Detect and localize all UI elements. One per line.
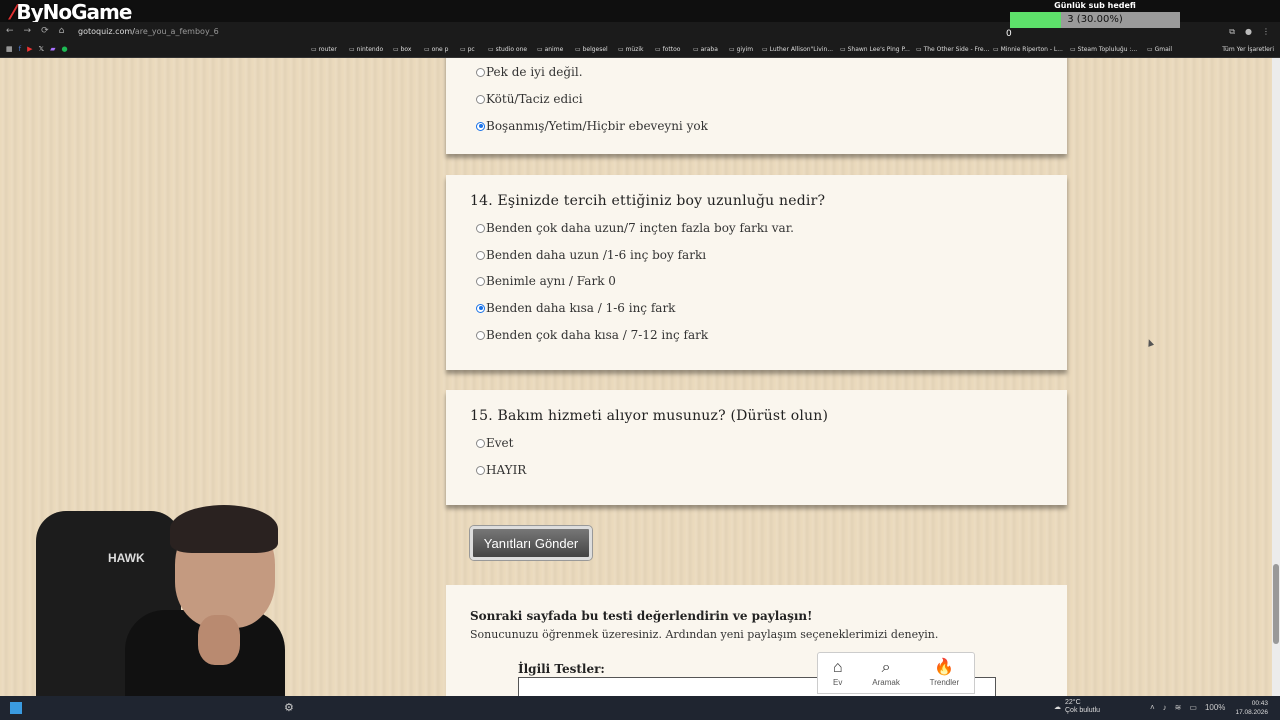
bookmark-item[interactable]: ▭ The Other Side - Fre... <box>916 46 989 53</box>
fire-icon: 🔥 <box>934 658 955 676</box>
q13-option-1[interactable]: Pek de iyi değil. <box>476 65 583 79</box>
weather-widget[interactable]: ☁ 22°C Çok bulutlu <box>1054 699 1100 715</box>
home-nav-icon[interactable]: ⌂ <box>59 26 65 36</box>
q14-option-4[interactable]: Benden daha kısa / 1-6 inç fark <box>476 301 675 315</box>
radio-button[interactable] <box>476 67 485 77</box>
radio-button[interactable] <box>476 223 485 233</box>
q13-option-2[interactable]: Kötü/Taciz edici <box>476 92 583 106</box>
taskbar-settings-icon[interactable]: ⚙ <box>284 701 294 714</box>
radio-button[interactable] <box>476 121 485 131</box>
streamer-hand <box>198 615 240 665</box>
x-icon[interactable]: 𝕏 <box>38 45 44 53</box>
twitch-icon[interactable]: ▰ <box>50 45 55 53</box>
sub-goal-text: 3 (30.00%) <box>1067 14 1123 25</box>
bookmark-item[interactable]: ▭ one p <box>424 46 448 53</box>
youtube-icon[interactable]: ▶ <box>27 45 32 53</box>
bookmark-item[interactable]: ▭ anime <box>537 46 563 53</box>
nav-home[interactable]: ⌂ Ev <box>832 658 843 687</box>
share-title: Sonraki sayfada bu testi değerlendirin v… <box>470 609 813 623</box>
q14-option-1[interactable]: Benden çok daha uzun/7 inçten fazla boy … <box>476 221 794 235</box>
windows-start-icon[interactable] <box>10 702 22 714</box>
battery-icon[interactable]: ▭ <box>1189 703 1197 712</box>
reload-icon[interactable]: ⟳ <box>41 26 49 36</box>
url-field[interactable]: gotoquiz.com/are_you_a_femboy_6 <box>78 27 219 36</box>
share-subtitle: Sonucunuzu öğrenmek üzeresiniz. Ardından… <box>470 628 939 641</box>
bookmark-item[interactable]: ▭ nintendo <box>349 46 383 53</box>
scrollbar-thumb[interactable] <box>1273 564 1279 644</box>
facebook-icon[interactable]: f <box>19 45 21 53</box>
radio-button[interactable] <box>476 94 485 104</box>
question-15-title: 15. Bakım hizmeti alıyor musunuz? (Dürüs… <box>470 408 829 424</box>
forward-icon[interactable]: → <box>24 26 32 36</box>
question-14-card: 14. Eşinizde tercih ettiğiniz boy uzunlu… <box>446 175 1067 370</box>
sub-goal-bar: 3 (30.00%) <box>1010 12 1180 28</box>
submit-answers-button[interactable]: Yanıtları Gönder <box>470 526 592 560</box>
question-15-card: 15. Bakım hizmeti alıyor musunuz? (Dürüs… <box>446 390 1067 505</box>
streamer-hair <box>170 505 278 553</box>
bookmark-item[interactable]: ▭ müzik <box>618 46 644 53</box>
bookmarks-bar: ▦ f ▶ 𝕏 ▰ ● Tüm Yer İşaretleri ▭ router ▭… <box>0 42 1280 58</box>
nav-icons: ← → ⟳ ⌂ <box>6 26 64 36</box>
q14-option-5[interactable]: Benden çok daha kısa / 7-12 inç fark <box>476 328 708 342</box>
bookmark-item[interactable]: ▭ studio one <box>488 46 527 53</box>
q15-option-2[interactable]: HAYIR <box>476 463 526 477</box>
radio-button[interactable] <box>476 250 485 260</box>
bookmark-item[interactable]: ▭ Steam Topluluğu :... <box>1070 46 1137 53</box>
bookmark-item[interactable]: ▭ pc <box>460 46 475 53</box>
q15-option-1[interactable]: Evet <box>476 436 513 450</box>
bottom-nav: ⌂ Ev ⌕ Aramak 🔥 Trendler <box>817 652 975 694</box>
home-icon: ⌂ <box>832 658 843 676</box>
sub-goal-title: Günlük sub hedefi <box>1054 1 1136 10</box>
q14-option-2[interactable]: Benden daha uzun /1-6 inç boy farkı <box>476 248 706 262</box>
page-scrollbar[interactable] <box>1272 58 1280 696</box>
sub-goal-zero: 0 <box>1006 29 1012 39</box>
question-14-title: 14. Eşinizde tercih ettiğiniz boy uzunlu… <box>470 193 826 209</box>
bookmark-item[interactable]: ▭ giyim <box>729 46 753 53</box>
back-icon[interactable]: ← <box>6 26 14 36</box>
bookmark-item[interactable]: ▭ Luther Allison"Livin... <box>762 46 833 53</box>
webcam-overlay: HAWK <box>30 505 285 720</box>
sub-goal-widget: Günlük sub hedefi 3 (30.00%) <box>1010 0 1180 40</box>
apps-icon[interactable]: ▦ <box>6 45 13 53</box>
chair-logo: HAWK <box>108 551 145 565</box>
system-tray: ˄ ♪ ≋ ▭ 100% <box>1150 703 1225 712</box>
bookmark-item[interactable]: ▭ router <box>311 46 337 53</box>
menu-icon[interactable]: ⋮ <box>1262 27 1270 37</box>
radio-button[interactable] <box>476 330 485 340</box>
related-tests-title: İlgili Testler: <box>518 662 605 676</box>
bookmark-item[interactable]: ▭ belgesel <box>575 46 608 53</box>
radio-button[interactable] <box>476 465 485 475</box>
clock[interactable]: 00:43 17.08.2026 <box>1235 699 1268 717</box>
bookmark-item[interactable]: ▭ araba <box>693 46 718 53</box>
battery-level: 100% <box>1204 703 1226 712</box>
bookmark-item[interactable]: ▭ fottoo <box>655 46 680 53</box>
nav-search[interactable]: ⌕ Aramak <box>872 658 900 687</box>
mouse-cursor <box>1145 338 1155 347</box>
taskbar: ⚙ ☁ 22°C Çok bulutlu ˄ ♪ ≋ ▭ 100% 00:43 17… <box>0 696 1280 720</box>
profile-icon[interactable]: ● <box>1245 27 1252 37</box>
wifi-icon[interactable]: ≋ <box>1175 703 1182 712</box>
bookmark-favicons: ▦ f ▶ 𝕏 ▰ ● <box>6 45 68 53</box>
bookmark-item[interactable]: ▭ box <box>393 46 411 53</box>
bookmark-item[interactable]: ▭ Gmail <box>1147 46 1172 53</box>
spotify-icon[interactable]: ● <box>62 45 68 53</box>
mic-icon[interactable]: ♪ <box>1163 703 1167 712</box>
chevron-up-icon[interactable]: ˄ <box>1150 703 1155 712</box>
question-13-card: Pek de iyi değil. Kötü/Taciz edici Boşan… <box>446 58 1067 154</box>
radio-button[interactable] <box>476 276 485 286</box>
radio-button[interactable] <box>476 438 485 448</box>
q13-option-3[interactable]: Boşanmış/Yetim/Hiçbir ebeveyni yok <box>476 119 708 133</box>
all-bookmarks[interactable]: Tüm Yer İşaretleri <box>1222 46 1274 53</box>
toolbar-icons: ⧉ ● ⋮ <box>1229 27 1270 37</box>
nav-trends[interactable]: 🔥 Trendler <box>930 658 960 687</box>
search-icon: ⌕ <box>881 658 891 676</box>
q14-option-3[interactable]: Benimle aynı / Fark 0 <box>476 274 616 288</box>
extensions-icon[interactable]: ⧉ <box>1229 27 1235 37</box>
cloud-icon: ☁ <box>1054 704 1061 711</box>
bookmark-item[interactable]: ▭ Minnie Riperton - L... <box>993 46 1063 53</box>
radio-button[interactable] <box>476 303 485 313</box>
bookmark-item[interactable]: ▭ Shawn Lee's Ping P... <box>840 46 910 53</box>
